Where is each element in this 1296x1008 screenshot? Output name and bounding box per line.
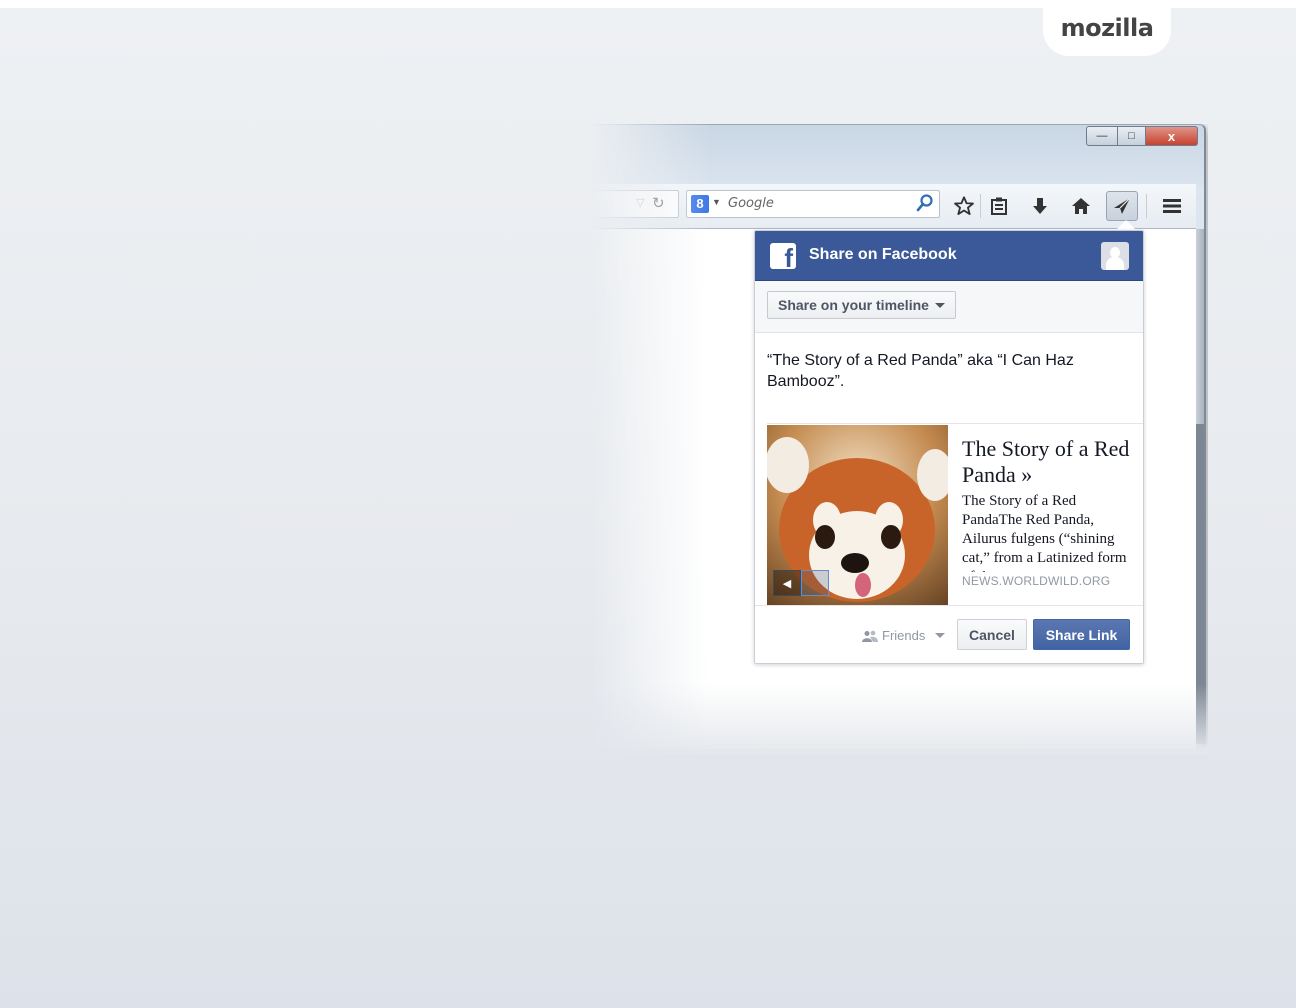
share-link-button[interactable]: Share Link <box>1033 619 1130 650</box>
share-target-label: Share on your timeline <box>778 297 929 313</box>
preview-title[interactable]: The Story of a Red Panda » <box>962 436 1132 488</box>
share-panel: f Share on Facebook Share on your timeli… <box>754 230 1144 664</box>
share-target-dropdown[interactable]: Share on your timeline <box>767 291 956 319</box>
preview-description[interactable]: The Story of a Red PandaThe Red Panda, A… <box>962 492 1132 572</box>
close-button[interactable]: x <box>1146 126 1198 146</box>
previous-thumbnail-button[interactable]: ◀ <box>773 570 801 596</box>
download-icon[interactable] <box>1024 191 1056 221</box>
window-controls: — □ x <box>1086 126 1198 146</box>
share-target-bar: Share on your timeline <box>755 281 1143 333</box>
search-engine-dropdown-icon[interactable]: ▼ <box>712 197 721 207</box>
mozilla-logo[interactable]: mozilla <box>1043 0 1171 56</box>
share-panel-header: f Share on Facebook <box>755 231 1143 281</box>
maximize-button[interactable]: □ <box>1118 126 1146 146</box>
bottom-fade <box>590 684 1208 754</box>
search-placeholder: Google <box>728 196 774 211</box>
friends-icon <box>862 630 878 642</box>
red-panda-thumbnail: ◀ <box>767 425 948 606</box>
reload-icon[interactable]: ↻ <box>652 194 665 212</box>
maximize-icon: □ <box>1128 130 1135 142</box>
share-panel-title: Share on Facebook <box>809 246 957 263</box>
history-dropdown-icon[interactable]: ▽ <box>636 196 644 209</box>
panel-arrow <box>1117 220 1135 229</box>
home-icon[interactable] <box>1065 191 1097 221</box>
minimize-button[interactable]: — <box>1086 126 1118 146</box>
minimize-icon: — <box>1096 130 1108 142</box>
avatar[interactable] <box>1101 242 1129 270</box>
thumbnail-navigation: ◀ <box>773 570 829 596</box>
facebook-icon: f <box>770 243 796 269</box>
share-panel-footer: Friends Cancel Share Link <box>755 605 1143 663</box>
preview-domain: NEWS.WORLDWILD.ORG <box>962 574 1111 588</box>
next-thumbnail-button[interactable] <box>801 570 829 596</box>
bookmark-star-icon[interactable] <box>948 191 980 221</box>
cancel-button[interactable]: Cancel <box>957 619 1027 650</box>
audience-label: Friends <box>882 628 926 643</box>
toolbar-separator <box>980 194 981 218</box>
mozilla-wordmark: mozilla <box>1060 14 1154 42</box>
audience-selector[interactable]: Friends <box>862 628 946 643</box>
search-icon[interactable] <box>915 193 935 218</box>
menu-icon[interactable] <box>1156 191 1188 221</box>
preview-text: The Story of a Red Panda » The Story of … <box>962 436 1132 572</box>
link-preview: ◀ The Story of a Red Panda » The Story o… <box>767 423 1143 606</box>
search-engine-icon[interactable]: 8 <box>691 195 709 213</box>
toolbar-separator <box>1146 194 1147 218</box>
search-bar[interactable]: 8 ▼ Google <box>686 190 940 218</box>
bookmarks-list-icon[interactable] <box>983 191 1015 221</box>
navigation-toolbar: ▽ ↻ 8 ▼ Google <box>590 184 1196 229</box>
url-bar[interactable]: ▽ ↻ <box>590 190 679 218</box>
chevron-down-icon <box>935 633 946 638</box>
share-message[interactable]: “The Story of a Red Panda” aka “I Can Ha… <box>767 350 1127 392</box>
chevron-down-icon <box>934 302 945 308</box>
close-icon: x <box>1167 128 1176 144</box>
share-icon[interactable] <box>1106 191 1138 221</box>
